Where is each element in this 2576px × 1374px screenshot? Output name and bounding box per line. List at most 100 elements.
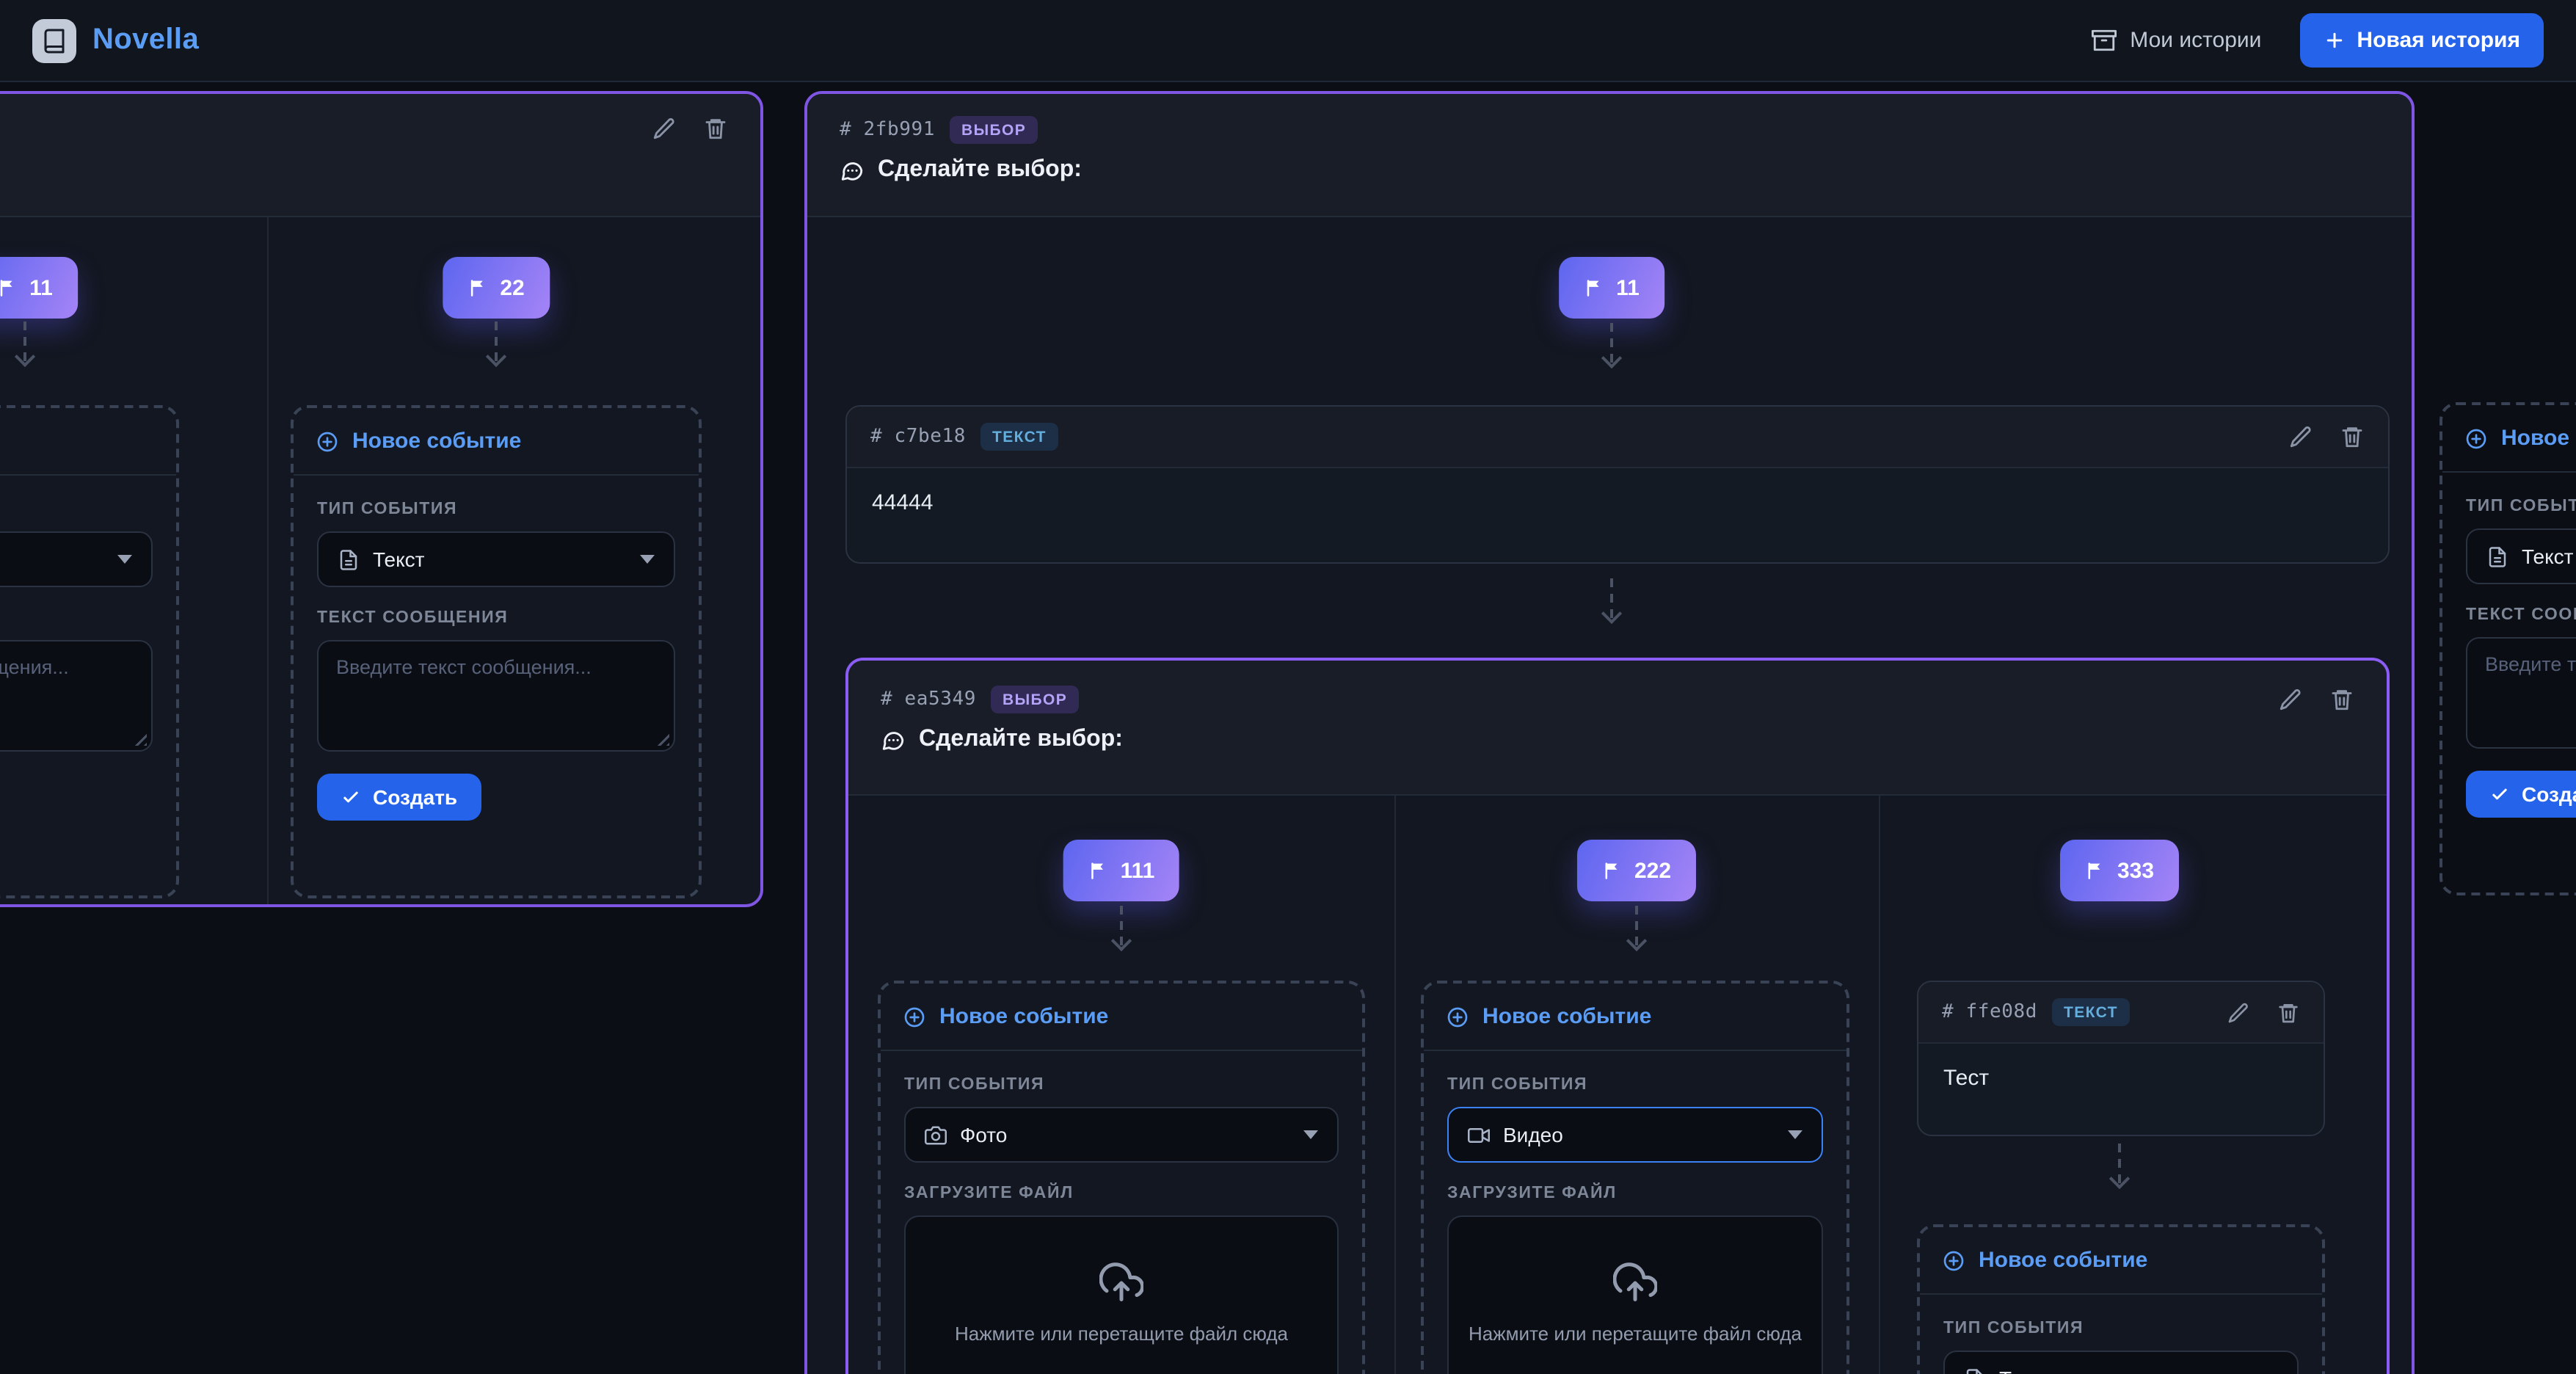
branch-flag[interactable]: 333 bbox=[2060, 840, 2179, 901]
event-type-label: ТИП СОБЫТИЯ bbox=[0, 501, 153, 518]
edit-icon[interactable] bbox=[2227, 1000, 2250, 1024]
branch-flag[interactable]: 111 bbox=[1063, 840, 1180, 901]
plus-circle-icon bbox=[1446, 1005, 1469, 1028]
event-type-label: ТИП СОБЫТИЯ bbox=[2466, 498, 2576, 515]
event-type-select[interactable]: Текст bbox=[2466, 528, 2576, 584]
document-icon bbox=[2486, 545, 2508, 567]
new-story-label: Новая история bbox=[2357, 28, 2520, 53]
branch-flag[interactable]: 11 bbox=[1559, 257, 1664, 319]
chevron-down-icon bbox=[117, 555, 132, 564]
new-event-header[interactable]: Новое событие bbox=[1920, 1227, 2322, 1295]
event-type-label: ТИП СОБЫТИЯ bbox=[904, 1076, 1339, 1094]
check-icon bbox=[2489, 784, 2510, 804]
text-node-content: 44444 bbox=[847, 468, 2388, 537]
file-dropzone[interactable]: Нажмите или перетащите файл сюда bbox=[904, 1215, 1339, 1374]
event-type-select[interactable]: Фото bbox=[904, 1107, 1339, 1163]
chevron-down-icon bbox=[1303, 1130, 1318, 1139]
choice-node-2fb991[interactable]: # 2fb991 ВЫБОР Сделайте выбор: 11 # c7be… bbox=[804, 91, 2415, 1374]
book-icon bbox=[41, 27, 68, 54]
connector-arrow bbox=[2112, 1144, 2127, 1186]
event-type-select[interactable]: Текст bbox=[317, 531, 675, 587]
message-text-label: ТЕКСТ СООБЩЕНИЯ bbox=[2466, 606, 2576, 624]
new-event-header[interactable]: Новое событие bbox=[1424, 984, 1847, 1051]
event-type-select[interactable]: Видео bbox=[1447, 1107, 1823, 1163]
delete-icon[interactable] bbox=[2329, 687, 2354, 712]
new-event-header[interactable]: Новое событие bbox=[294, 408, 699, 476]
delete-icon[interactable] bbox=[703, 116, 728, 141]
flag-number: 222 bbox=[1634, 858, 1671, 883]
app-root: Novella Мои истории Новая история bbox=[0, 0, 2576, 1374]
event-type-value: Видео bbox=[1503, 1123, 1563, 1146]
choice-node-left[interactable]: 11 22 Новое событие ТИП СОБЫТИЯ Текст bbox=[0, 91, 763, 907]
node-actions bbox=[2278, 687, 2354, 712]
upload-file-label: ЗАГРУЗИТЕ ФАЙЛ bbox=[904, 1185, 1339, 1202]
choice-node-ea5349[interactable]: # ea5349 ВЫБОР Сделайте выбор: bbox=[845, 658, 2390, 1374]
camera-icon bbox=[925, 1124, 947, 1146]
node-header: # c7be18 ТЕКСТ bbox=[847, 407, 2388, 468]
document-icon bbox=[338, 548, 360, 570]
story-canvas[interactable]: 11 22 Новое событие ТИП СОБЫТИЯ Текст bbox=[0, 82, 2576, 1374]
text-node-ffe08d[interactable]: # ffe08d ТЕКСТ Тест bbox=[1917, 981, 2325, 1136]
new-event-title: Новое событие bbox=[939, 1004, 1108, 1029]
node-id: # ea5349 bbox=[881, 688, 976, 710]
new-event-title: Новое событие bbox=[1482, 1004, 1651, 1029]
delete-icon[interactable] bbox=[2340, 424, 2365, 449]
message-textarea[interactable] bbox=[317, 640, 675, 752]
branch-flag[interactable]: 22 bbox=[443, 257, 549, 319]
edit-icon[interactable] bbox=[2278, 687, 2303, 712]
new-event-header[interactable]: Новое событие bbox=[2442, 405, 2576, 473]
event-type-label: ТИП СОБЫТИЯ bbox=[1943, 1320, 2299, 1337]
plus-circle-icon bbox=[2464, 426, 2488, 450]
create-label: Создать bbox=[2522, 782, 2576, 806]
brand[interactable]: Novella bbox=[32, 18, 199, 62]
check-icon bbox=[341, 787, 361, 807]
video-camera-icon bbox=[1468, 1124, 1490, 1146]
event-type-select[interactable]: Текст bbox=[0, 531, 153, 587]
create-button[interactable]: Создать bbox=[2466, 771, 2576, 818]
connector-arrow bbox=[1604, 578, 1619, 621]
message-textarea[interactable] bbox=[0, 640, 153, 752]
branch-flag[interactable]: 222 bbox=[1577, 840, 1696, 901]
branch-divider bbox=[1394, 796, 1396, 1374]
node-type-badge: ВЫБОР bbox=[991, 686, 1079, 713]
new-event-card: Новое событие ТИП СОБЫТИЯ Текст ТЕКСТ СО… bbox=[291, 405, 702, 898]
node-type-badge: ВЫБОР bbox=[950, 116, 1038, 144]
choice-prompt: Сделайте выбор: bbox=[878, 157, 1082, 183]
event-type-select[interactable]: Текст bbox=[1943, 1351, 2299, 1374]
cloud-upload-icon bbox=[1099, 1261, 1143, 1305]
new-event-card: Новое событие ТИП СОБЫТИЯ Текст bbox=[1917, 1224, 2325, 1374]
new-event-header[interactable]: Новое событие bbox=[881, 984, 1362, 1051]
flag-icon bbox=[467, 277, 488, 298]
message-textarea[interactable] bbox=[2466, 637, 2576, 749]
plus-icon bbox=[2323, 29, 2345, 51]
node-actions bbox=[2227, 1000, 2300, 1024]
edit-icon[interactable] bbox=[652, 116, 677, 141]
new-event-title: Новое событие bbox=[352, 429, 521, 454]
edit-icon[interactable] bbox=[2288, 424, 2313, 449]
flag-icon bbox=[1602, 860, 1623, 881]
flag-icon bbox=[1584, 277, 1604, 298]
event-type-value: Фото bbox=[960, 1123, 1007, 1146]
create-label: Создать bbox=[373, 785, 457, 809]
node-id: # c7be18 bbox=[870, 426, 966, 448]
event-type-value: Текст bbox=[1999, 1367, 2051, 1374]
new-story-button[interactable]: Новая история bbox=[2299, 13, 2544, 68]
event-type-label: ТИП СОБЫТИЯ bbox=[317, 501, 675, 518]
brand-name: Novella bbox=[92, 23, 199, 57]
file-dropzone[interactable]: Нажмите или перетащите файл сюда bbox=[1447, 1215, 1823, 1374]
new-event-card: Новое событие ТИП СОБЫТИЯ Фото ЗАГРУЗИТЕ… bbox=[878, 981, 1365, 1374]
plus-circle-icon bbox=[316, 429, 339, 453]
chevron-down-icon bbox=[640, 555, 655, 564]
node-header bbox=[0, 94, 760, 217]
create-button[interactable]: Создать bbox=[317, 774, 481, 821]
new-event-header[interactable]: Новое событие bbox=[0, 408, 176, 476]
delete-icon[interactable] bbox=[2277, 1000, 2300, 1024]
text-node-c7be18[interactable]: # c7be18 ТЕКСТ 44444 bbox=[845, 405, 2390, 564]
document-icon bbox=[1964, 1367, 1986, 1374]
my-stories-link[interactable]: Мои истории bbox=[2092, 28, 2261, 53]
upload-hint: Нажмите или перетащите файл сюда bbox=[955, 1323, 1288, 1345]
node-id: # ffe08d bbox=[1942, 1001, 2037, 1023]
connector-arrow bbox=[1604, 323, 1619, 366]
text-node-content: Тест bbox=[1918, 1044, 2324, 1113]
branch-flag[interactable]: 11 bbox=[0, 257, 78, 319]
